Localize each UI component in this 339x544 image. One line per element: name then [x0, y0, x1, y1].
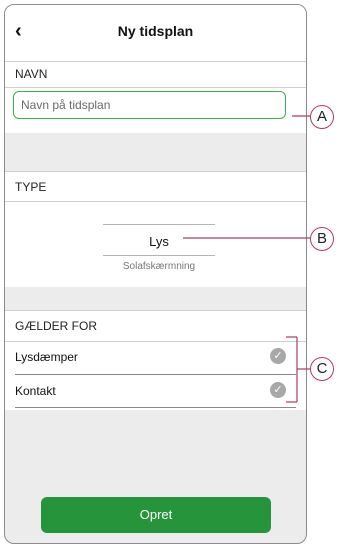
callout-a: A [310, 105, 334, 129]
callout-c: C [310, 357, 334, 381]
callout-b: B [310, 227, 334, 251]
callout-leaders [183, 115, 313, 403]
